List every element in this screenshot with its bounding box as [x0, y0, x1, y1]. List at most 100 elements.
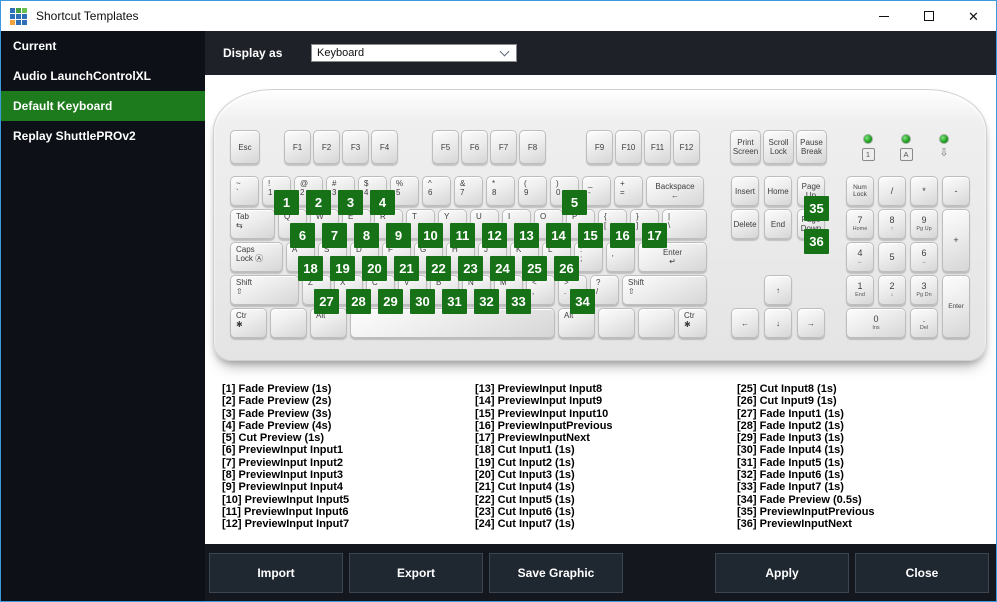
key-label: 0	[873, 314, 879, 324]
key-f6[interactable]: F6	[461, 130, 488, 164]
key-blank[interactable]: | \	[662, 209, 707, 239]
save-graphic-button[interactable]: Save Graphic	[489, 552, 623, 593]
key-f5[interactable]: F5	[432, 130, 459, 164]
legend-entry: [28] Fade Input2 (1s)	[737, 419, 844, 432]
key-arrow-down[interactable]: ↓	[764, 308, 792, 338]
key-blank[interactable]: /	[878, 176, 906, 206]
key-f10[interactable]: F10	[615, 130, 642, 164]
maximize-button[interactable]	[906, 1, 951, 31]
key-f3[interactable]: F3	[342, 130, 369, 164]
key-blank[interactable]	[270, 308, 307, 338]
key-insert[interactable]: Insert	[731, 176, 759, 206]
key-3[interactable]: 3 Pg Dn	[910, 275, 938, 305]
key-page-up[interactable]: PageUp35	[797, 176, 829, 221]
key-f8[interactable]: F8	[519, 130, 546, 164]
legend-entry: [17] PreviewInputNext	[475, 432, 590, 445]
key-blank[interactable]	[638, 308, 675, 338]
key-tab[interactable]: Tab ⇆	[230, 209, 275, 239]
shortcut-badge-9: 9	[386, 223, 411, 248]
key-blank[interactable]: +	[942, 209, 970, 272]
sidebar-item-replay-shuttleprov2[interactable]: Replay ShuttlePROv2	[1, 121, 205, 151]
key-arrow-up[interactable]: ↑	[764, 275, 792, 305]
key-blank[interactable]: *	[910, 176, 938, 206]
key-9[interactable]: 9 Pg Up	[910, 209, 938, 239]
key-1[interactable]: ! 1 1	[262, 176, 299, 215]
key-f4[interactable]: F4	[371, 130, 398, 164]
shortcut-badge-3: 3	[338, 190, 363, 215]
key-arrow-left[interactable]: ←	[731, 308, 759, 338]
key-arrow-right[interactable]: →	[797, 308, 825, 338]
key-2[interactable]: 2 ↓	[878, 275, 906, 305]
key-home[interactable]: Home	[764, 176, 792, 206]
key-label: Ctr ✱	[684, 311, 695, 329]
shortcut-badge-29: 29	[378, 289, 403, 314]
key-8[interactable]: * 8	[486, 176, 515, 206]
key-label: ~ `	[236, 179, 241, 197]
sidebar-item-current[interactable]: Current	[1, 31, 205, 61]
key-delete[interactable]: Delete	[731, 209, 759, 239]
key-caps-lock[interactable]: Caps Lock Ⓐ	[230, 242, 283, 272]
key-blank[interactable]	[598, 308, 635, 338]
key-num-lock[interactable]: Num Lock	[846, 176, 874, 206]
key-f7[interactable]: F7	[490, 130, 517, 164]
key-4[interactable]: 4 ←	[846, 242, 874, 272]
key-label: $4	[364, 179, 369, 197]
key-blank[interactable]: ~ `	[230, 176, 259, 206]
key-7[interactable]: & 7	[454, 176, 483, 206]
close-button[interactable]: Close	[855, 552, 989, 593]
key-5[interactable]: 5	[878, 242, 906, 272]
key-1[interactable]: 1 End	[846, 275, 874, 305]
minimize-button[interactable]	[861, 1, 906, 31]
key-6[interactable]: ^ 6	[422, 176, 451, 206]
shortcut-badge-4: 4	[370, 190, 395, 215]
display-as-select[interactable]: Keyboard	[311, 44, 517, 62]
key-enter[interactable]: Enter	[942, 275, 970, 338]
legend-entry: [33] Fade Input7 (1s)	[737, 481, 844, 494]
legend-entry: [23] Cut Input6 (1s)	[475, 505, 575, 518]
key-f11[interactable]: F11	[644, 130, 671, 164]
key-pause-break[interactable]: Pause Break	[796, 130, 827, 164]
shortcut-badge-33: 33	[506, 289, 531, 314]
key-scroll-lock[interactable]: Scroll Lock	[763, 130, 794, 164]
key-label: Caps Lock Ⓐ	[236, 245, 264, 263]
key-print-screen[interactable]: Print Screen	[730, 130, 761, 164]
key-0[interactable]: 0 Ins	[846, 308, 906, 338]
key-f9[interactable]: F9	[586, 130, 613, 164]
key-ctr[interactable]: Ctr ✱	[678, 308, 707, 338]
key-blank[interactable]: . Del	[910, 308, 938, 338]
led-dot-icon	[863, 134, 873, 144]
key-shift[interactable]: Shift ⇧	[622, 275, 707, 305]
close-button[interactable]: ✕	[951, 1, 996, 31]
sidebar-item-default-keyboard[interactable]: Default Keyboard	[1, 91, 205, 121]
key-blank[interactable]: + =	[614, 176, 643, 206]
key-label: Home	[767, 186, 789, 196]
key-f2[interactable]: F2	[313, 130, 340, 164]
apply-button[interactable]: Apply	[715, 552, 849, 593]
key-label: 8	[889, 215, 895, 225]
key-8[interactable]: 8 ↑	[878, 209, 906, 239]
key-shift[interactable]: Shift ⇧	[230, 275, 299, 305]
key-f12[interactable]: F12	[673, 130, 700, 164]
key-esc[interactable]: Esc	[230, 130, 260, 164]
key-label: -	[954, 185, 958, 196]
key-label: ^ 6	[428, 179, 433, 197]
shortcut-badge-15: 15	[578, 223, 603, 248]
key-backspace[interactable]: Backspace ←	[646, 176, 704, 206]
key-label: Enter ↵	[662, 248, 683, 266]
key-7[interactable]: 7 Home	[846, 209, 874, 239]
key-ctr[interactable]: Ctr ✱	[230, 308, 267, 338]
key-f1[interactable]: F1	[284, 130, 311, 164]
export-button[interactable]: Export	[349, 552, 483, 593]
led-dot-icon	[901, 134, 911, 144]
shortcut-badge-7: 7	[322, 223, 347, 248]
key-6[interactable]: 6 →	[910, 242, 938, 272]
key-blank[interactable]: -	[942, 176, 970, 206]
key-0[interactable]: ) 0 5	[550, 176, 587, 215]
legend-entry: [29] Fade Input3 (1s)	[737, 432, 844, 445]
legend-entry: [9] PreviewInput Input4	[222, 481, 344, 494]
key-label: | \	[668, 212, 671, 230]
key-9[interactable]: (9	[518, 176, 547, 206]
key-end[interactable]: End	[764, 209, 792, 239]
import-button[interactable]: Import	[209, 552, 343, 593]
sidebar-item-audio-launchcontrolxl[interactable]: Audio LaunchControlXL	[1, 61, 205, 91]
